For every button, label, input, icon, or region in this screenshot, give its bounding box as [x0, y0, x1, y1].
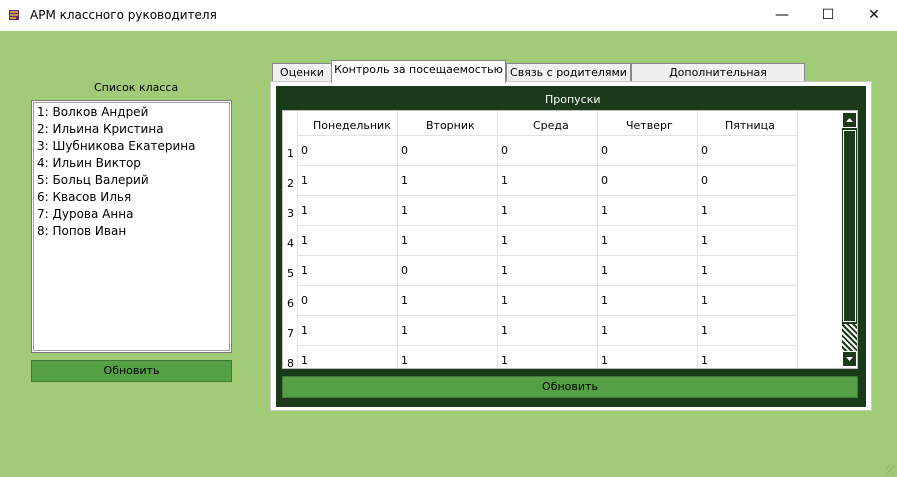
grid-cell[interactable]: 1 [301, 264, 308, 277]
grid-line [297, 285, 798, 286]
refresh-list-button[interactable]: Обновить [31, 360, 232, 382]
tab-attendance[interactable]: Контроль за посещаемостью [331, 60, 506, 83]
grid-cell[interactable]: 1 [701, 204, 708, 217]
grid-line [597, 111, 598, 368]
grid-line [297, 135, 798, 136]
grid-cell[interactable]: 1 [501, 294, 508, 307]
grid-cell[interactable]: 0 [401, 264, 408, 277]
row-number: 8 [287, 357, 294, 369]
row-number: 7 [287, 327, 294, 340]
list-item[interactable]: 8: Попов Иван [37, 223, 126, 240]
scroll-down-icon[interactable] [842, 351, 857, 367]
row-number: 5 [287, 267, 294, 280]
list-item[interactable]: 5: Больц Валерий [37, 172, 149, 189]
grid-cell[interactable]: 1 [301, 324, 308, 337]
tab-additional-info[interactable]: Дополнительная информация [631, 63, 805, 97]
close-icon[interactable]: ✕ [851, 0, 897, 31]
grid-cell[interactable]: 1 [701, 234, 708, 247]
column-header[interactable]: Среда [533, 119, 569, 132]
grid-cell[interactable]: 1 [601, 354, 608, 367]
tab-parents[interactable]: Связь с родителями [506, 63, 631, 82]
grid-line [397, 111, 398, 368]
grid-cell[interactable]: 1 [501, 354, 508, 367]
grid-cell[interactable]: 1 [301, 174, 308, 187]
grid-cell[interactable]: 0 [301, 144, 308, 157]
grid-line [697, 111, 698, 368]
row-number: 2 [287, 177, 294, 190]
list-item[interactable]: 7: Дурова Анна [37, 206, 133, 223]
grid-cell[interactable]: 1 [501, 234, 508, 247]
list-item[interactable]: 6: Квасов Илья [37, 189, 131, 206]
grid-scrollbar[interactable] [842, 112, 857, 367]
grid-cell[interactable]: 0 [301, 294, 308, 307]
grid-cell[interactable]: 1 [401, 294, 408, 307]
grid-line [497, 111, 498, 368]
grid-cell[interactable]: 1 [401, 324, 408, 337]
attendance-title: Пропуски [545, 93, 601, 106]
app-icon [9, 10, 19, 20]
grid-cell[interactable]: 1 [601, 324, 608, 337]
grid-cell[interactable]: 1 [701, 264, 708, 277]
title-bar: АРМ классного руководителя — ☐ ✕ [0, 0, 897, 31]
grid-cell[interactable]: 1 [601, 264, 608, 277]
grid-cell[interactable]: 0 [601, 174, 608, 187]
grid-line [297, 315, 798, 316]
grid-cell[interactable]: 0 [701, 144, 708, 157]
maximize-icon[interactable]: ☐ [805, 0, 851, 31]
grid-cell[interactable]: 1 [501, 204, 508, 217]
grid-cell[interactable]: 1 [601, 294, 608, 307]
scroll-thumb[interactable] [843, 130, 856, 322]
column-header[interactable]: Понедельник [313, 119, 391, 132]
grid-cell[interactable]: 1 [701, 354, 708, 367]
grid-cell[interactable]: 0 [701, 174, 708, 187]
grid-line [297, 345, 798, 346]
grid-cell[interactable]: 1 [601, 234, 608, 247]
grid-line [297, 111, 298, 368]
grid-line [297, 165, 798, 166]
row-number: 6 [287, 297, 294, 310]
grid-cell[interactable]: 0 [501, 144, 508, 157]
grid-cell[interactable]: 1 [501, 324, 508, 337]
list-item[interactable]: 2: Ильина Кристина [37, 121, 164, 138]
class-list-label: Список класса [94, 81, 179, 94]
grid-cell[interactable]: 1 [301, 204, 308, 217]
attendance-grid[interactable]: Понедельник Вторник Среда Четверг Пятниц… [282, 110, 858, 369]
grid-cell[interactable]: 1 [401, 174, 408, 187]
list-item[interactable]: 3: Шубникова Екатерина [37, 138, 195, 155]
list-item[interactable]: 1: Волков Андрей [37, 104, 148, 121]
minimize-icon[interactable]: — [759, 0, 805, 31]
column-header[interactable]: Четверг [626, 119, 673, 132]
grid-cell[interactable]: 1 [601, 204, 608, 217]
grid-line [797, 111, 798, 368]
grid-cell[interactable]: 1 [301, 234, 308, 247]
scroll-up-icon[interactable] [842, 112, 857, 128]
grid-cell[interactable]: 0 [401, 144, 408, 157]
grid-cell[interactable]: 1 [501, 264, 508, 277]
column-header[interactable]: Пятница [725, 119, 775, 132]
row-number: 1 [287, 147, 294, 160]
grid-cell[interactable]: 1 [401, 354, 408, 367]
grid-cell[interactable]: 1 [301, 354, 308, 367]
class-list[interactable]: 1: Волков Андрей 2: Ильина Кристина 3: Ш… [31, 100, 232, 353]
grid-cell[interactable]: 1 [501, 174, 508, 187]
grid-line [297, 195, 798, 196]
list-item[interactable]: 4: Ильин Виктор [37, 155, 141, 172]
window-title: АРМ классного руководителя [30, 8, 217, 22]
grid-line [297, 255, 798, 256]
row-number: 4 [287, 237, 294, 250]
scroll-track[interactable] [842, 324, 857, 351]
grid-cell[interactable]: 0 [601, 144, 608, 157]
grid-cell[interactable]: 1 [401, 234, 408, 247]
column-header[interactable]: Вторник [426, 119, 475, 132]
grid-cell[interactable]: 1 [701, 324, 708, 337]
grid-line [297, 225, 798, 226]
tab-grades[interactable]: Оценки [272, 63, 332, 82]
grid-cell[interactable]: 1 [701, 294, 708, 307]
resize-grip-icon[interactable] [885, 465, 895, 475]
row-number: 3 [287, 207, 294, 220]
refresh-attendance-button[interactable]: Обновить [282, 376, 858, 398]
grid-cell[interactable]: 1 [401, 204, 408, 217]
